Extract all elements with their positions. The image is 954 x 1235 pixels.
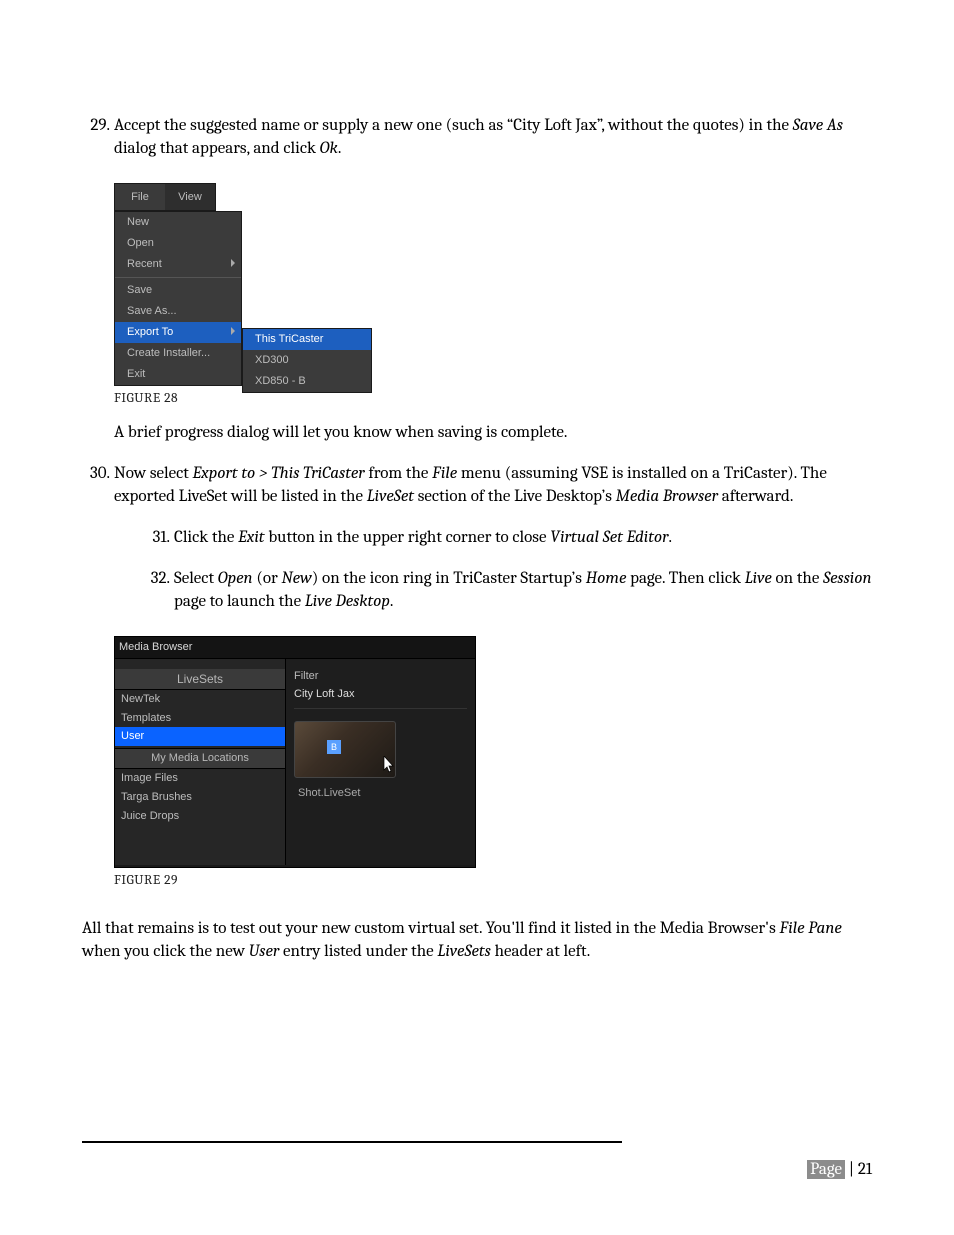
italic: LiveSet [367,487,418,506]
text: Click the [174,528,238,547]
text: dialog that appears, and click [114,139,320,158]
text: section of the Live Desktop’s [418,487,616,506]
step-31: 31. Click the Exit button in the upper r… [114,527,872,550]
italic: Live Desktop [305,592,390,611]
step-32-body: Select Open (or New) on the icon ring in… [174,568,872,614]
after-fig28-paragraph: A brief progress dialog will let you kno… [114,422,872,445]
italic: Home [586,569,627,588]
menu-file-tab[interactable]: File [115,184,165,210]
sidebar-item-image-files[interactable]: Image Files [115,769,285,788]
media-browser-title: Media Browser [115,637,475,659]
italic: Export to > This TriCaster [193,464,365,483]
menu-item-exportto-label: Export To [127,326,173,338]
italic: Open [218,569,253,588]
footer-page-word: Page [807,1160,845,1179]
figure-28: File View New Open Recent Save Save As..… [114,183,374,386]
text: entry listed under the [279,942,437,961]
filter-value[interactable]: City Loft Jax [294,687,467,709]
step-29-body: Accept the suggested name or supply a ne… [114,115,872,161]
file-menu-dropdown: New Open Recent Save Save As... Export T… [114,211,242,386]
export-submenu: This TriCaster XD300 XD850 - B [242,328,372,393]
menu-item-exportto[interactable]: Export To [115,322,241,343]
menu-item-new[interactable]: New [115,212,241,233]
italic-ok: Ok [320,139,338,158]
italic: Exit [238,528,264,547]
sidebar-header-mymedia: My Media Locations [115,748,285,769]
text: ) on the icon ring in TriCaster Startup’… [312,569,586,588]
text: afterward. [718,487,793,506]
sidebar-item-templates[interactable]: Templates [115,709,285,728]
step-29-num: 29. [82,115,114,161]
cursor-icon [383,756,397,779]
text: (or [253,569,282,588]
text: on the [772,569,823,588]
step-32: 32. Select Open (or New) on the icon rin… [114,568,872,614]
submenu-arrow-icon [231,259,235,267]
menu-item-saveas[interactable]: Save As... [115,301,241,322]
text: Select [174,569,218,588]
italic: File Pane [780,919,842,938]
menu-separator [115,277,241,278]
figure-29-caption: FIGURE 29 [114,872,872,890]
italic: Virtual Set Editor [550,528,668,547]
sidebar-item-newtek[interactable]: NewTek [115,690,285,709]
footer-page-number: Page | 21 [807,1160,872,1179]
media-browser-sidebar: LiveSets NewTek Templates User My Media … [115,659,286,865]
submenu-item-this-tricaster[interactable]: This TriCaster [243,329,371,350]
italic: Media Browser [616,487,718,506]
sidebar-item-user[interactable]: User [115,727,285,746]
sidebar-item-juice-drops[interactable]: Juice Drops [115,807,285,826]
text: Now select [114,464,193,483]
thumbnail-name: Shot.LiveSet [298,786,467,801]
menu-bar: File View [114,183,216,211]
footer-rule [82,1141,622,1143]
text: from the [365,464,432,483]
thumbnail-badge: B [327,740,341,754]
text: header at left. [491,942,590,961]
menu-item-save[interactable]: Save [115,280,241,301]
menu-item-recent-label: Recent [127,258,162,270]
menu-item-exit[interactable]: Exit [115,364,241,385]
text: All that remains is to test out your new… [82,919,780,938]
sidebar-item-targa-brushes[interactable]: Targa Brushes [115,788,285,807]
text: button in the upper right corner to clos… [265,528,551,547]
menu-view-tab[interactable]: View [165,184,215,210]
submenu-item-xd850b[interactable]: XD850 - B [243,371,371,392]
step-31-body: Click the Exit button in the upper right… [174,527,872,550]
text: when you click the new [82,942,249,961]
step-31-num: 31. [142,527,174,550]
menu-item-open[interactable]: Open [115,233,241,254]
figure-29: Media Browser LiveSets NewTek Templates … [114,636,476,868]
italic: User [249,942,280,961]
step-30: 30. Now select Export to > This TriCaste… [82,463,872,904]
sidebar-header-livesets: LiveSets [115,669,285,690]
italic: New [281,569,311,588]
step-32-num: 32. [142,568,174,614]
italic: Live [745,569,772,588]
italic: LiveSets [437,942,490,961]
step-30-body: Now select Export to > This TriCaster fr… [114,463,872,904]
italic: File [432,464,457,483]
step-30-num: 30. [82,463,114,904]
menu-item-recent[interactable]: Recent [115,254,241,275]
media-browser-content: Filter City Loft Jax B Shot.LiveSet [286,659,475,865]
footer-sep: | [845,1160,858,1179]
figure-28-caption: FIGURE 28 [114,390,872,408]
footer-num: 21 [858,1160,872,1179]
submenu-item-xd300[interactable]: XD300 [243,350,371,371]
text: . [338,139,342,158]
text: . [390,592,394,611]
filter-label: Filter [294,669,467,684]
step-29: 29. Accept the suggested name or supply … [82,115,872,161]
submenu-arrow-icon [231,327,235,335]
italic: Session [823,569,871,588]
liveset-thumbnail[interactable]: B [294,721,396,778]
text: Accept the suggested name or supply a ne… [114,116,793,135]
text: . [668,528,672,547]
closing-paragraph: All that remains is to test out your new… [82,918,872,964]
italic-save-as: Save As [793,116,843,135]
menu-item-createinstaller[interactable]: Create Installer... [115,343,241,364]
text: page. Then click [626,569,744,588]
text: page to launch the [174,592,305,611]
